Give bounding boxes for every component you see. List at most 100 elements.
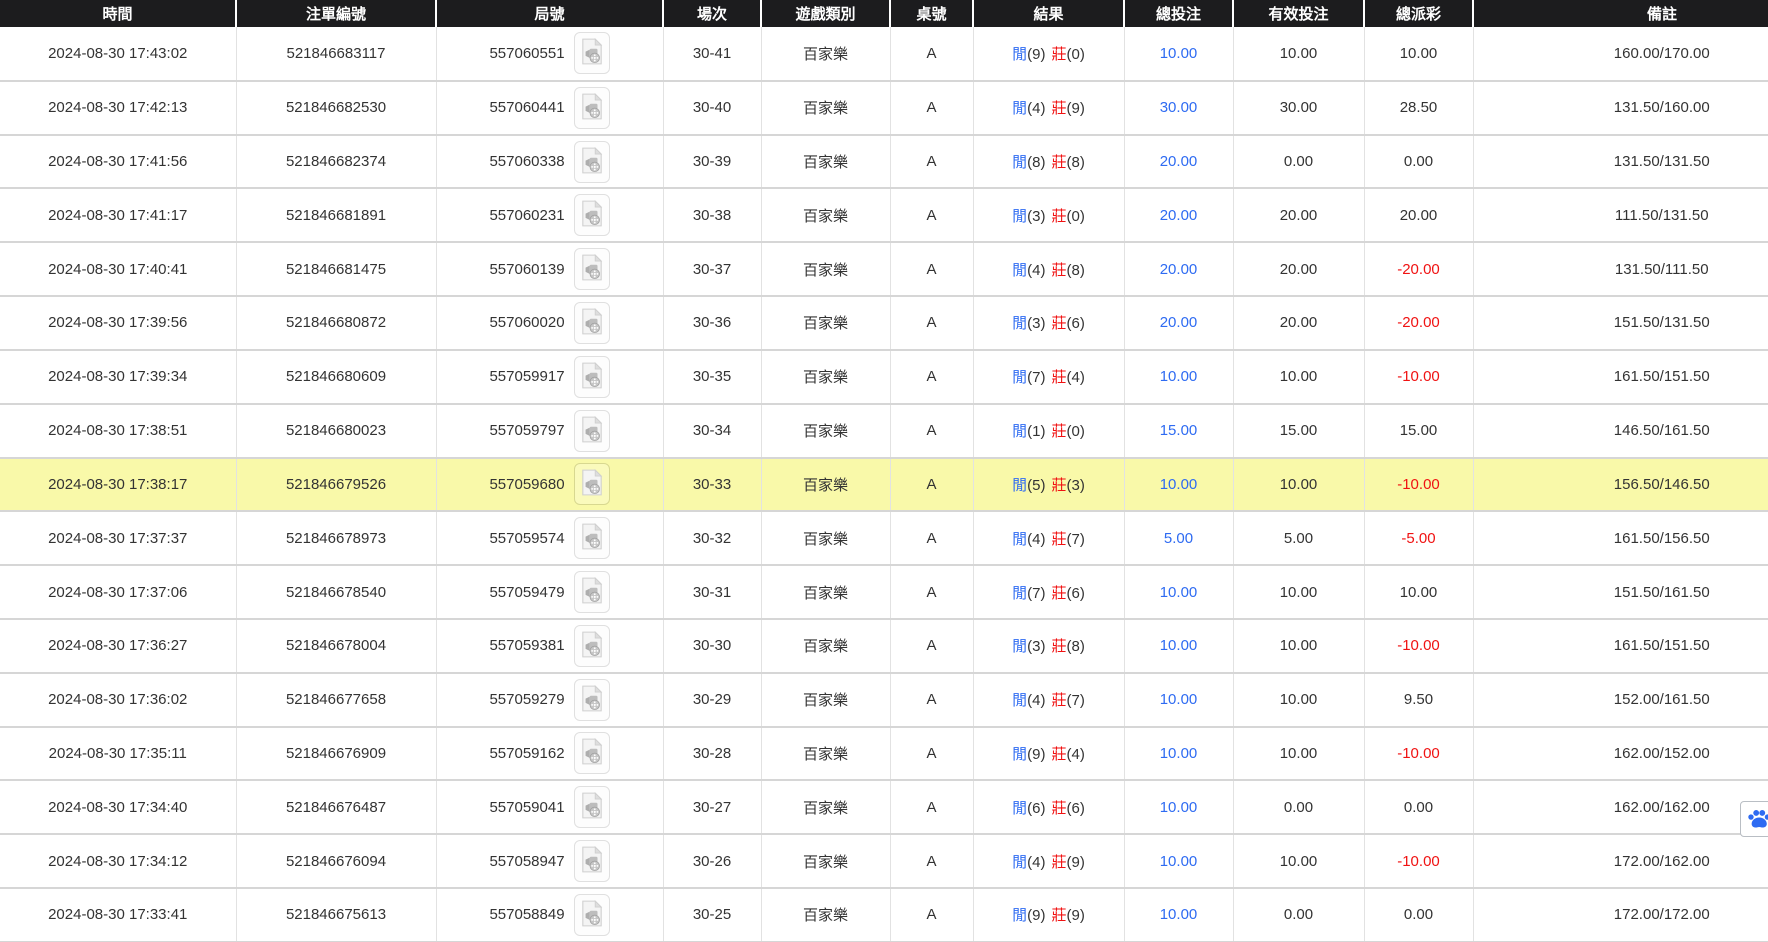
video-replay-button[interactable] [574, 463, 610, 505]
table-no-cell: A [890, 565, 973, 619]
valid-bet-cell: 15.00 [1233, 404, 1364, 458]
total-bet-link[interactable]: 10.00 [1160, 799, 1198, 816]
total-bet-link[interactable]: 10.00 [1160, 637, 1198, 654]
video-replay-button[interactable] [574, 625, 610, 667]
paw-button[interactable] [1740, 801, 1768, 837]
round-number: 557059279 [489, 691, 564, 708]
total-bet-link[interactable]: 20.00 [1160, 207, 1198, 224]
table-row: 2024-08-30 17:34:12 521846676094 5570589… [0, 834, 1768, 888]
round-cell: 557060441 [436, 81, 663, 135]
result-cell: 閒(1)莊(0) [973, 404, 1124, 458]
round-cell: 557059479 [436, 565, 663, 619]
total-bet-link[interactable]: 15.00 [1160, 422, 1198, 439]
game-type-cell: 百家樂 [761, 727, 890, 781]
video-file-icon [581, 38, 603, 68]
column-header-time: 時間 [0, 0, 236, 27]
total-bet-link[interactable]: 20.00 [1160, 261, 1198, 278]
total-bet-cell: 5.00 [1124, 511, 1233, 565]
banker-result: 莊(3) [1052, 477, 1085, 494]
round-number: 557060020 [489, 314, 564, 331]
column-header-payout: 總派彩 [1364, 0, 1473, 27]
video-replay-button[interactable] [574, 356, 610, 398]
total-bet-cell: 10.00 [1124, 458, 1233, 512]
result-cell: 閒(5) 莊(3) [973, 458, 1124, 512]
valid-bet-cell: 5.00 [1233, 511, 1364, 565]
result-cell: 閒(3)莊(6) [973, 296, 1124, 350]
banker-result: 莊(6) [1052, 800, 1085, 817]
total-bet-link[interactable]: 10.00 [1160, 584, 1198, 601]
video-replay-button[interactable] [574, 517, 610, 559]
video-replay-button[interactable] [574, 248, 610, 290]
payout-cell: 0.00 [1364, 780, 1473, 834]
time-cell: 2024-08-30 17:33:41 [0, 888, 236, 942]
total-bet-link[interactable]: 10.00 [1160, 476, 1198, 493]
session-cell: 30-25 [663, 888, 761, 942]
total-bet-link[interactable]: 10.00 [1160, 691, 1198, 708]
column-header-table-no: 桌號 [890, 0, 973, 27]
player-result: 閒(9) [1012, 907, 1045, 924]
total-bet-link[interactable]: 10.00 [1160, 45, 1198, 62]
game-type-cell: 百家樂 [761, 834, 890, 888]
video-file-icon [581, 200, 603, 230]
remark-cell: 131.50/131.50 [1473, 135, 1768, 189]
video-replay-button[interactable] [574, 141, 610, 183]
video-replay-button[interactable] [574, 786, 610, 828]
total-bet-link[interactable]: 10.00 [1160, 906, 1198, 923]
total-bet-link[interactable]: 10.00 [1160, 853, 1198, 870]
time-cell: 2024-08-30 17:41:56 [0, 135, 236, 189]
remark-cell: 172.00/162.00 [1473, 834, 1768, 888]
bet-id-cell: 521846676909 [236, 727, 436, 781]
remark-cell: 152.00/161.50 [1473, 673, 1768, 727]
total-bet-link[interactable]: 30.00 [1160, 99, 1198, 116]
total-bet-cell: 10.00 [1124, 350, 1233, 404]
video-replay-button[interactable] [574, 87, 610, 129]
time-cell: 2024-08-30 17:41:17 [0, 188, 236, 242]
result-cell: 閒(6)莊(6) [973, 780, 1124, 834]
total-bet-link[interactable]: 5.00 [1164, 530, 1193, 547]
remark-cell: 131.50/111.50 [1473, 242, 1768, 296]
banker-result: 莊(9) [1052, 854, 1085, 871]
round-cell: 557060139 [436, 242, 663, 296]
payout-cell: 10.00 [1364, 565, 1473, 619]
result-cell: 閒(9)莊(9) [973, 888, 1124, 942]
round-cell: 557059279 [436, 673, 663, 727]
round-number: 557059917 [489, 368, 564, 385]
round-number: 557060231 [489, 207, 564, 224]
video-replay-button[interactable] [574, 732, 610, 774]
total-bet-link[interactable]: 10.00 [1160, 745, 1198, 762]
table-row: 2024-08-30 17:41:56 521846682374 5570603… [0, 135, 1768, 189]
round-cell: 557060020 [436, 296, 663, 350]
video-file-icon [581, 900, 603, 930]
video-replay-button[interactable] [574, 571, 610, 613]
video-replay-button[interactable] [574, 894, 610, 936]
round-number: 557059797 [489, 422, 564, 439]
valid-bet-cell: 10.00 [1233, 727, 1364, 781]
table-no-cell: A [890, 458, 973, 512]
remark-cell: 172.00/172.00 [1473, 888, 1768, 942]
round-cell: 557058849 [436, 888, 663, 942]
time-cell: 2024-08-30 17:40:41 [0, 242, 236, 296]
banker-result: 莊(8) [1052, 154, 1085, 171]
total-bet-link[interactable]: 10.00 [1160, 368, 1198, 385]
remark-cell: 151.50/131.50 [1473, 296, 1768, 350]
table-no-cell: A [890, 135, 973, 189]
total-bet-link[interactable]: 20.00 [1160, 153, 1198, 170]
bet-id-cell: 521846681475 [236, 242, 436, 296]
video-replay-button[interactable] [574, 410, 610, 452]
video-replay-button[interactable] [574, 679, 610, 721]
banker-result: 莊(8) [1052, 262, 1085, 279]
video-replay-button[interactable] [574, 840, 610, 882]
video-replay-button[interactable] [574, 194, 610, 236]
video-replay-button[interactable] [574, 302, 610, 344]
player-result: 閒(5) [1012, 477, 1045, 494]
total-bet-link[interactable]: 20.00 [1160, 314, 1198, 331]
player-result: 閒(3) [1012, 638, 1045, 655]
game-type-cell: 百家樂 [761, 27, 890, 81]
payout-cell: -10.00 [1364, 834, 1473, 888]
round-number: 557059680 [489, 476, 564, 493]
video-replay-button[interactable] [574, 32, 610, 74]
bet-id-cell: 521846677658 [236, 673, 436, 727]
total-bet-cell: 20.00 [1124, 135, 1233, 189]
valid-bet-cell: 20.00 [1233, 188, 1364, 242]
remark-cell: 161.50/156.50 [1473, 511, 1768, 565]
